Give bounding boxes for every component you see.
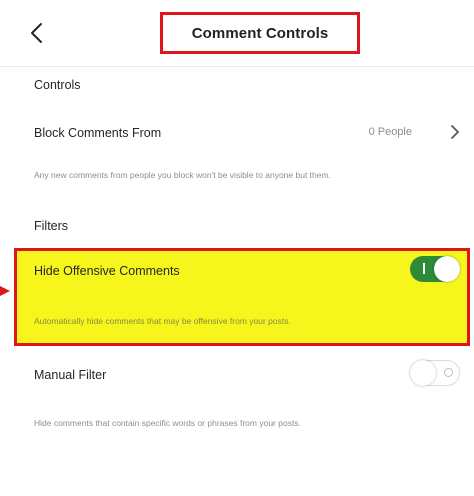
- back-button[interactable]: [22, 18, 50, 48]
- toggle-off-mark-icon: [444, 368, 453, 377]
- blocked-people-count: 0 People: [368, 126, 412, 138]
- block-comments-description: Any new comments from people you block w…: [34, 170, 331, 180]
- annotation-arrow-icon: [0, 286, 10, 296]
- controls-section-label: Controls: [34, 78, 81, 92]
- filters-section-label: Filters: [34, 219, 69, 233]
- chevron-right-icon: [451, 125, 459, 139]
- toggle-on-mark-icon: [423, 263, 425, 274]
- hide-offensive-title: Hide Offensive Comments: [34, 264, 180, 278]
- hide-offensive-highlight-box: [14, 248, 470, 346]
- hide-offensive-toggle[interactable]: [410, 256, 460, 282]
- comment-controls-screen: Comment Controls Controls Block Comments…: [0, 0, 474, 496]
- manual-filter-toggle[interactable]: [410, 360, 460, 386]
- toggle-knob: [434, 256, 460, 282]
- page-title: Comment Controls: [191, 24, 329, 42]
- manual-filter-description: Hide comments that contain specific word…: [34, 418, 301, 428]
- block-comments-title: Block Comments From: [34, 126, 162, 140]
- chevron-left-icon: [31, 23, 42, 43]
- header: Comment Controls: [0, 0, 474, 66]
- toggle-knob: [410, 360, 436, 386]
- manual-filter-title: Manual Filter: [34, 368, 107, 382]
- title-annotation-box: Comment Controls: [160, 12, 360, 54]
- hide-offensive-description: Automatically hide comments that may be …: [34, 316, 291, 326]
- header-divider: [0, 66, 474, 67]
